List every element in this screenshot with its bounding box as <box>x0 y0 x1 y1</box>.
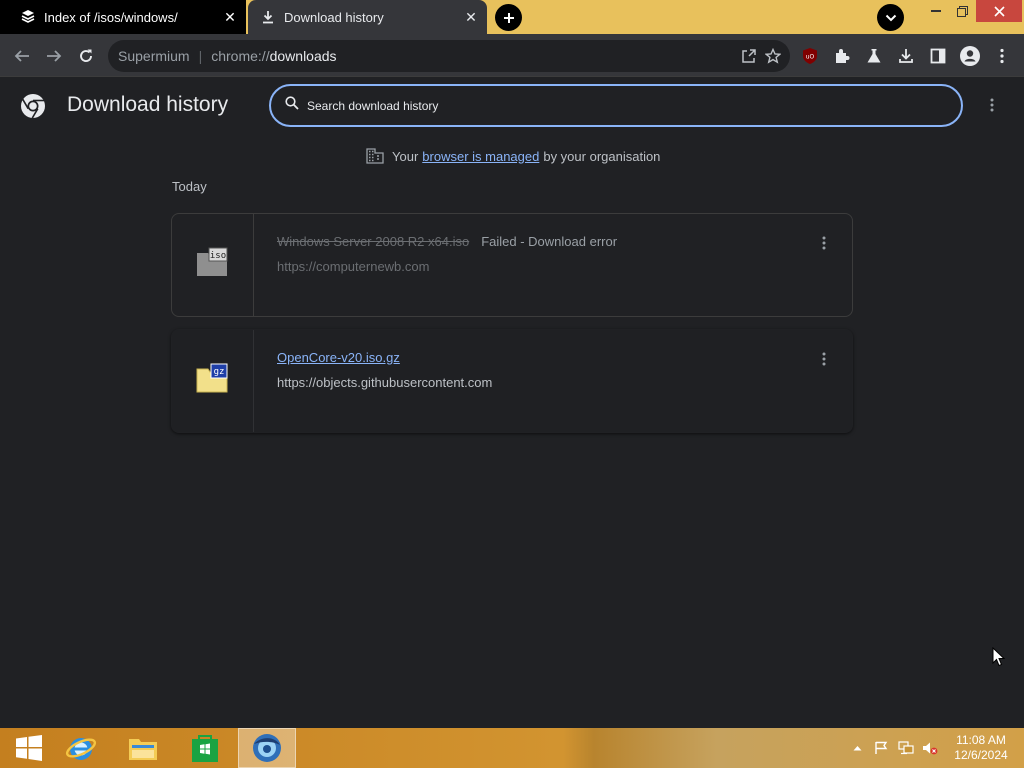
show-hidden-icons-chevron[interactable] <box>850 728 864 768</box>
chrome-logo-icon <box>20 93 46 119</box>
download-item: gz OpenCore-v20.iso.gz https://objects.g… <box>171 329 853 433</box>
internet-explorer-icon[interactable] <box>52 728 110 768</box>
downloads-header: Download history <box>0 78 1024 134</box>
svg-text:uO: uO <box>806 54 815 61</box>
clock-time: 11:08 AM <box>956 733 1006 747</box>
managed-notice: Your browser is managed by your organisa… <box>366 147 660 165</box>
url-scheme: chrome:// <box>211 48 270 64</box>
page-title: Download history <box>67 93 229 116</box>
taskbar-clock[interactable]: 11:08 AM 12/6/2024 <box>946 733 1016 763</box>
tab-search-button[interactable] <box>877 4 904 31</box>
download-status: Failed - Download error <box>481 233 618 249</box>
side-panel-icon[interactable] <box>926 44 950 68</box>
gz-archive-icon: gz <box>196 363 228 393</box>
file-explorer-icon[interactable] <box>114 728 172 768</box>
site-chip[interactable]: Supermium <box>118 48 190 64</box>
file-name-link[interactable]: OpenCore-v20.iso.gz <box>277 350 400 365</box>
tab-download-history[interactable]: Download history ✕ <box>248 0 487 34</box>
extensions-icon[interactable] <box>830 44 854 68</box>
address-bar[interactable]: Supermium | chrome:// downloads <box>108 40 790 72</box>
bookmark-star-icon[interactable] <box>763 46 783 66</box>
labs-flask-icon[interactable] <box>862 44 886 68</box>
file-icon-column: iso <box>172 214 254 316</box>
omnibox-separator: | <box>198 48 203 64</box>
mouse-cursor-icon <box>992 646 1006 667</box>
new-tab-button[interactable] <box>495 4 522 31</box>
browser-toolbar: Supermium | chrome:// downloads uO <box>0 34 1024 77</box>
tab-title: Download history <box>284 9 384 25</box>
item-more-actions-icon[interactable] <box>816 350 832 368</box>
windows-taskbar: 11:08 AM 12/6/2024 <box>0 728 1024 768</box>
network-icon[interactable] <box>896 728 916 768</box>
tab-strip: Index of /isos/windows/ ✕ Download histo… <box>0 0 1024 34</box>
restore-button[interactable] <box>947 0 977 22</box>
url-host: downloads <box>269 48 337 64</box>
start-button[interactable] <box>0 728 58 768</box>
item-more-actions-icon[interactable] <box>816 234 832 252</box>
reload-button[interactable] <box>72 42 100 70</box>
forward-button[interactable] <box>40 42 68 70</box>
page-more-actions-icon[interactable] <box>982 95 1002 115</box>
volume-muted-icon[interactable] <box>920 728 940 768</box>
svg-text:gz: gz <box>214 367 225 377</box>
file-name: Windows Server 2008 R2 x64.iso <box>277 233 470 249</box>
profile-avatar-icon[interactable] <box>958 44 982 68</box>
file-icon-column: gz <box>172 330 254 432</box>
search-icon <box>285 96 299 115</box>
download-details: Windows Server 2008 R2 x64.iso Failed - … <box>277 233 802 275</box>
ublock-icon[interactable]: uO <box>798 44 822 68</box>
tab-index-of-isos[interactable]: Index of /isos/windows/ ✕ <box>0 0 246 34</box>
share-icon[interactable] <box>739 46 759 66</box>
building-icon <box>366 148 384 164</box>
managed-prefix: Your <box>392 148 419 164</box>
managed-suffix: by your organisation <box>543 148 661 164</box>
download-details: OpenCore-v20.iso.gz https://objects.gith… <box>277 349 802 391</box>
store-icon[interactable] <box>176 728 234 768</box>
close-tab-icon[interactable]: ✕ <box>220 7 240 27</box>
browser-menu-icon[interactable] <box>990 44 1014 68</box>
browser-managed-link[interactable]: browser is managed <box>422 149 539 164</box>
svg-text:iso: iso <box>210 251 226 261</box>
download-item: iso Windows Server 2008 R2 x64.iso Faile… <box>171 213 853 317</box>
action-center-flag-icon[interactable] <box>872 728 890 768</box>
back-button[interactable] <box>8 42 36 70</box>
source-url[interactable]: https://computernewb.com <box>277 259 802 274</box>
close-tab-icon[interactable]: ✕ <box>461 7 481 27</box>
supermium-icon[interactable] <box>238 728 296 768</box>
tab-title: Index of /isos/windows/ <box>44 9 178 25</box>
clock-date: 12/6/2024 <box>954 748 1008 762</box>
search-input[interactable] <box>307 98 907 113</box>
iso-file-icon: iso <box>196 247 228 277</box>
close-window-button[interactable] <box>976 0 1022 22</box>
web-page-icon <box>20 9 36 25</box>
download-icon <box>260 9 276 25</box>
search-downloads-box[interactable] <box>269 84 963 127</box>
downloads-icon[interactable] <box>894 44 918 68</box>
date-section-header: Today <box>172 179 207 194</box>
source-url[interactable]: https://objects.githubusercontent.com <box>277 375 802 390</box>
